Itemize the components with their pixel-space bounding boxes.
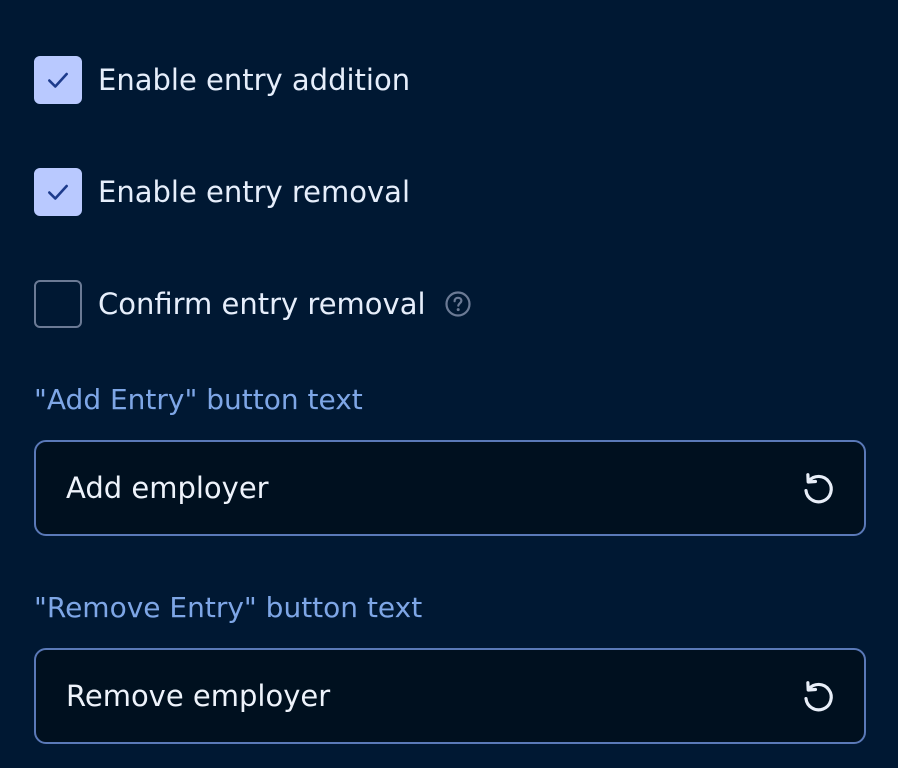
confirm-entry-removal-checkbox[interactable] (34, 280, 82, 328)
enable-entry-addition-checkbox[interactable] (34, 56, 82, 104)
check-icon (48, 184, 68, 200)
settings-panel: Enable entry addition Enable entry remov… (0, 0, 898, 768)
enable-entry-removal-checkbox[interactable] (34, 168, 82, 216)
add-entry-field-label: "Add Entry" button text (34, 383, 363, 416)
add-entry-text-field (34, 440, 866, 536)
remove-entry-reset-button[interactable] (798, 676, 838, 716)
reset-icon (804, 681, 833, 712)
confirm-entry-removal-label: Confirm entry removal (98, 287, 426, 321)
remove-entry-text-field (34, 648, 866, 744)
enable-entry-removal-label: Enable entry removal (98, 175, 411, 209)
enable-entry-addition-label: Enable entry addition (98, 63, 411, 97)
enable-entry-addition-option[interactable]: Enable entry addition (34, 56, 410, 104)
add-entry-reset-button[interactable] (798, 468, 838, 508)
help-circle-icon[interactable] (444, 290, 472, 318)
reset-icon (804, 473, 833, 504)
enable-entry-removal-option[interactable]: Enable entry removal (34, 168, 410, 216)
confirm-entry-removal-option[interactable]: Confirm entry removal (34, 280, 472, 328)
remove-entry-field-label: "Remove Entry" button text (34, 591, 423, 624)
remove-entry-input[interactable] (66, 679, 798, 713)
check-icon (48, 72, 68, 88)
add-entry-input[interactable] (66, 471, 798, 505)
